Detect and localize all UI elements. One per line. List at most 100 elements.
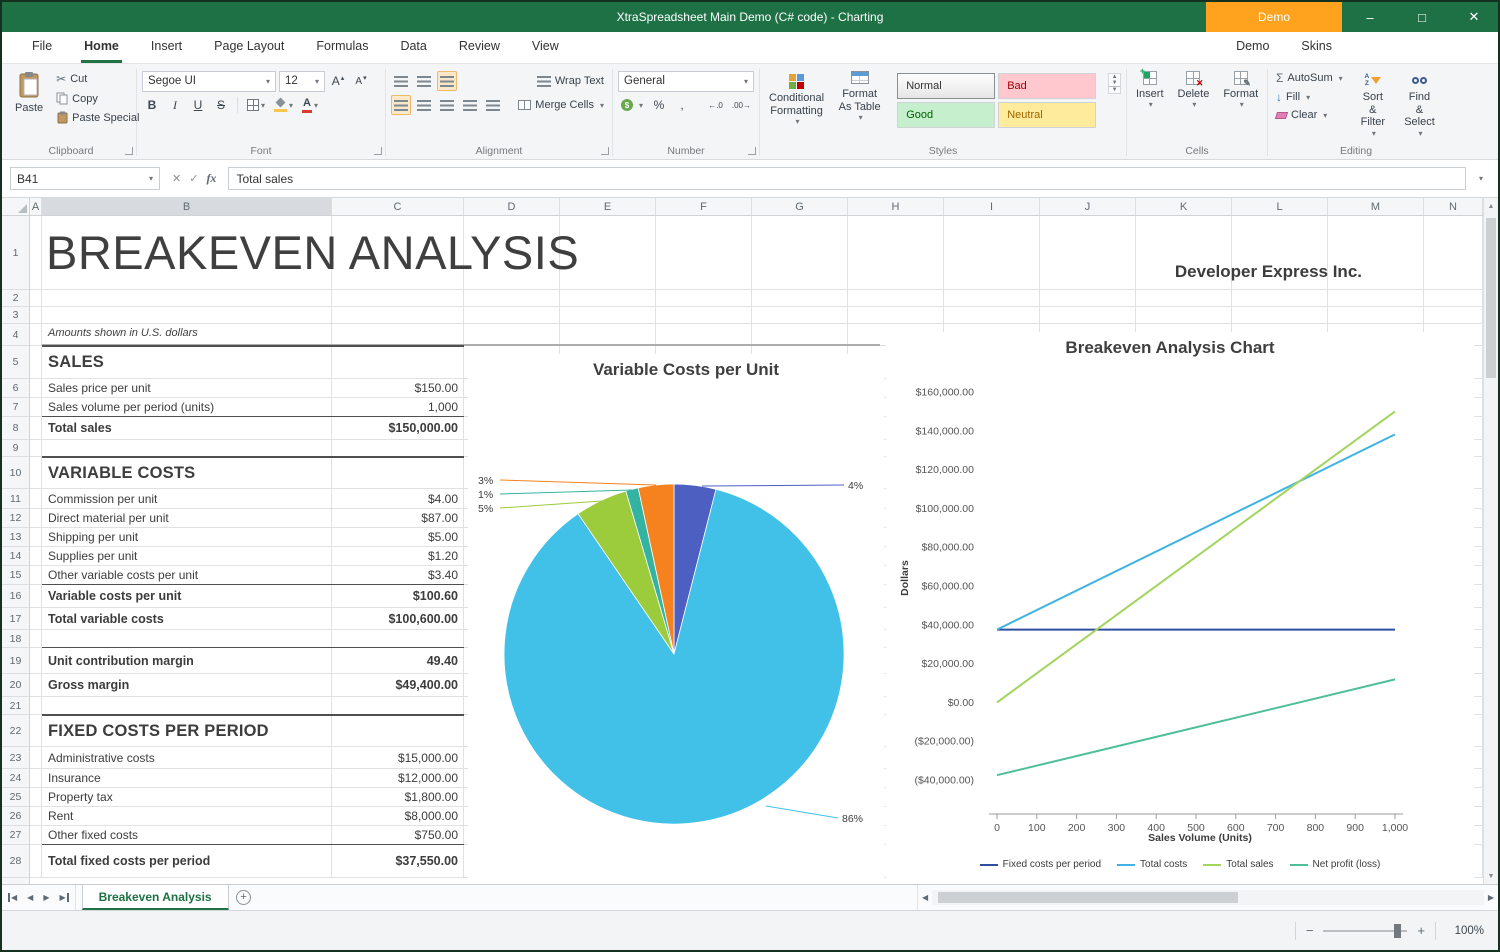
alignment-dialog-launcher[interactable] (601, 147, 609, 155)
wrap-text-button[interactable]: Wrap Text (534, 74, 607, 88)
cell-variable-costs[interactable]: VARIABLE COSTS (48, 457, 195, 489)
style-normal[interactable]: Normal (897, 73, 995, 99)
format-as-table-button[interactable]: Format As Table ▾ (834, 69, 885, 124)
bold-button[interactable]: B (142, 95, 162, 115)
cell-value-other-fixed-costs[interactable]: $750.00 (332, 826, 458, 845)
column-header-E[interactable]: E (560, 198, 656, 215)
cell-administrative-costs[interactable]: Administrative costs (48, 747, 330, 769)
cell-commission-per-unit[interactable]: Commission per unit (48, 489, 330, 509)
accounting-format-button[interactable]: $▾ (618, 98, 646, 112)
row-header-4[interactable]: 4 (2, 324, 29, 346)
insert-function-button[interactable]: fx (206, 171, 216, 186)
merge-cells-button[interactable]: Merge Cells▾ (515, 98, 607, 112)
row-header-22[interactable]: 22 (2, 715, 29, 747)
delete-cells-button[interactable]: ✕ Delete ▾ (1174, 69, 1214, 111)
cell-rent[interactable]: Rent (48, 807, 330, 826)
cell-value-direct-material-per-unit[interactable]: $87.00 (332, 509, 458, 528)
font-name-select[interactable]: Segoe UI▾ (142, 71, 276, 92)
select-all-corner[interactable] (2, 198, 30, 215)
name-box[interactable]: B41▾ (10, 167, 160, 190)
fill-color-button[interactable]: ▾ (271, 95, 296, 115)
zoom-slider[interactable] (1323, 930, 1407, 932)
insert-cells-button[interactable]: + Insert ▾ (1132, 69, 1168, 111)
align-center-button[interactable] (414, 95, 434, 115)
column-header-M[interactable]: M (1328, 198, 1424, 215)
horizontal-scrollbar-thumb[interactable] (938, 892, 1238, 903)
format-cells-button[interactable]: ✎ Format ▾ (1219, 69, 1262, 111)
formula-bar-expand-button[interactable]: ▾ (1472, 174, 1490, 183)
conditional-formatting-button[interactable]: Conditional Formatting ▾ (765, 69, 828, 128)
row-header-24[interactable]: 24 (2, 769, 29, 788)
cell-value-total-fixed-costs-per-period[interactable]: $37,550.00 (332, 845, 458, 878)
menu-tab-skins[interactable]: Skins (1298, 32, 1335, 63)
align-bottom-button[interactable] (437, 71, 457, 91)
row-header-12[interactable]: 12 (2, 509, 29, 528)
cell-value-administrative-costs[interactable]: $15,000.00 (332, 747, 458, 769)
row-header-2[interactable]: 2 (2, 290, 29, 307)
cell-other-fixed-costs[interactable]: Other fixed costs (48, 826, 330, 845)
column-header-J[interactable]: J (1040, 198, 1136, 215)
row-header-28[interactable]: 28 (2, 845, 29, 878)
row-header-17[interactable]: 17 (2, 608, 29, 630)
zoom-out-button[interactable]: − (1306, 923, 1314, 938)
minimize-button[interactable]: – (1346, 2, 1394, 32)
cell-value-insurance[interactable]: $12,000.00 (332, 769, 458, 788)
pie-chart[interactable]: Variable Costs per Unit 4%86%5%1%3% (468, 354, 884, 882)
cell-total-variable-costs[interactable]: Total variable costs (48, 608, 330, 630)
cut-button[interactable]: ✂Cut (53, 71, 142, 87)
borders-button[interactable]: ▾ (244, 95, 268, 115)
first-sheet-button[interactable]: ◀ (8, 893, 17, 902)
style-neutral[interactable]: Neutral (998, 102, 1096, 128)
clipboard-dialog-launcher[interactable] (125, 147, 133, 155)
align-middle-button[interactable] (414, 71, 434, 91)
menu-tab-home[interactable]: Home (81, 32, 122, 63)
decrease-decimal-button[interactable]: .00→ (729, 95, 754, 115)
cell-unit-contribution-margin[interactable]: Unit contribution margin (48, 648, 330, 674)
row-header-14[interactable]: 14 (2, 547, 29, 566)
cell-value-commission-per-unit[interactable]: $4.00 (332, 489, 458, 509)
align-left-button[interactable] (391, 95, 411, 115)
align-top-button[interactable] (391, 71, 411, 91)
cells-area[interactable]: BREAKEVEN ANALYSIS Developer Express Inc… (30, 216, 1483, 884)
align-right-button[interactable] (437, 95, 457, 115)
decrease-font-button[interactable]: A▾ (351, 71, 371, 91)
row-header-13[interactable]: 13 (2, 528, 29, 547)
comma-style-button[interactable]: , (672, 95, 692, 115)
cell-sales[interactable]: SALES (48, 346, 104, 379)
font-color-button[interactable]: A▾ (299, 95, 321, 115)
row-header-23[interactable]: 23 (2, 747, 29, 769)
zoom-slider-thumb[interactable] (1394, 924, 1401, 938)
underline-button[interactable]: U (188, 95, 208, 115)
cell-value-sales-price-per-unit[interactable]: $150.00 (332, 379, 458, 398)
cell-value-gross-margin[interactable]: $49,400.00 (332, 674, 458, 697)
row-header-20[interactable]: 20 (2, 674, 29, 697)
column-header-A[interactable]: A (30, 198, 42, 215)
cell-supplies-per-unit[interactable]: Supplies per unit (48, 547, 330, 566)
scroll-down-button[interactable]: ▼ (1488, 868, 1495, 884)
line-chart[interactable]: Breakeven Analysis Chart Dollars $160,00… (886, 332, 1474, 882)
font-dialog-launcher[interactable] (374, 147, 382, 155)
maximize-button[interactable]: □ (1398, 2, 1446, 32)
column-header-B[interactable]: B (42, 198, 332, 215)
column-header-K[interactable]: K (1136, 198, 1232, 215)
row-header-6[interactable]: 6 (2, 379, 29, 398)
menu-tab-file[interactable]: File (29, 32, 55, 63)
formula-input[interactable]: Total sales (228, 167, 1466, 190)
row-header-16[interactable]: 16 (2, 585, 29, 608)
menu-tab-review[interactable]: Review (456, 32, 503, 63)
column-header-H[interactable]: H (848, 198, 944, 215)
autosum-button[interactable]: ΣAutoSum▾ (1273, 70, 1346, 86)
horizontal-scrollbar-track[interactable] (932, 890, 1484, 905)
row-header-8[interactable]: 8 (2, 417, 29, 440)
row-header-18[interactable]: 18 (2, 630, 29, 648)
increase-font-button[interactable]: A▴ (328, 71, 348, 91)
copy-button[interactable]: Copy (53, 91, 142, 106)
column-header-D[interactable]: D (464, 198, 560, 215)
row-header-9[interactable]: 9 (2, 440, 29, 457)
cell-value-sales-volume-per-period-units[interactable]: 1,000 (332, 398, 458, 417)
vertical-scrollbar-track[interactable] (1484, 214, 1498, 868)
font-size-select[interactable]: 12▾ (279, 71, 325, 92)
cell-variable-costs-per-unit[interactable]: Variable costs per unit (48, 585, 330, 608)
paste-special-button[interactable]: Paste Special (53, 110, 142, 125)
menu-tab-view[interactable]: View (529, 32, 562, 63)
